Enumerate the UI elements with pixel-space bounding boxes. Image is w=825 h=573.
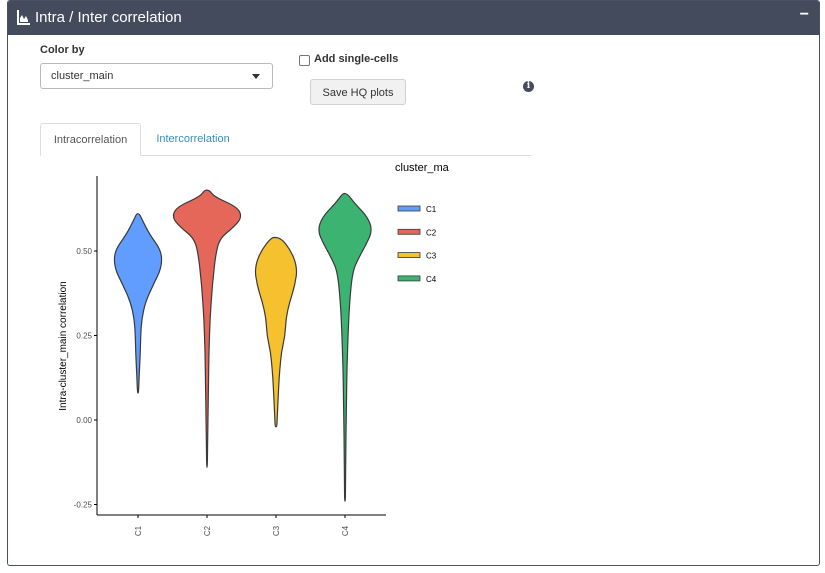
y-tick-label: 0.50	[76, 247, 92, 256]
x-tick-label: C1	[134, 525, 143, 536]
legend-swatch	[397, 275, 421, 282]
legend-swatch	[397, 228, 421, 235]
y-tick-label: 0.25	[76, 332, 92, 341]
legend-swatch	[397, 205, 421, 212]
legend-label: C1	[426, 205, 437, 214]
x-axis: C1 C2 C3 C4	[97, 514, 386, 536]
violin-c2	[172, 189, 242, 468]
violins	[113, 189, 372, 502]
y-tick-label: -0.25	[74, 501, 93, 510]
violin-chart: 0.50 0.25 0.00 -0.25 Intra-cluster_main corr…	[58, 162, 450, 536]
legend-label: C2	[426, 228, 437, 237]
y-tick-label: 0.00	[76, 416, 92, 425]
violin-c1	[113, 213, 163, 394]
legend: cluster_ma C1 C2 C3 C4	[395, 162, 450, 284]
x-tick-label: C4	[341, 525, 350, 536]
legend-label: C3	[426, 252, 437, 261]
y-axis: 0.50 0.25 0.00 -0.25 Intra-cluster_main corr…	[58, 176, 98, 515]
x-tick-label: C3	[272, 525, 281, 536]
legend-title: cluster_ma	[395, 162, 450, 174]
violin-c4	[318, 192, 372, 502]
legend-swatch	[397, 252, 421, 259]
violin-c3	[254, 236, 298, 428]
x-tick-label: C2	[203, 525, 212, 536]
y-axis-label: Intra-cluster_main correlation	[58, 281, 69, 411]
legend-label: C4	[426, 275, 437, 284]
